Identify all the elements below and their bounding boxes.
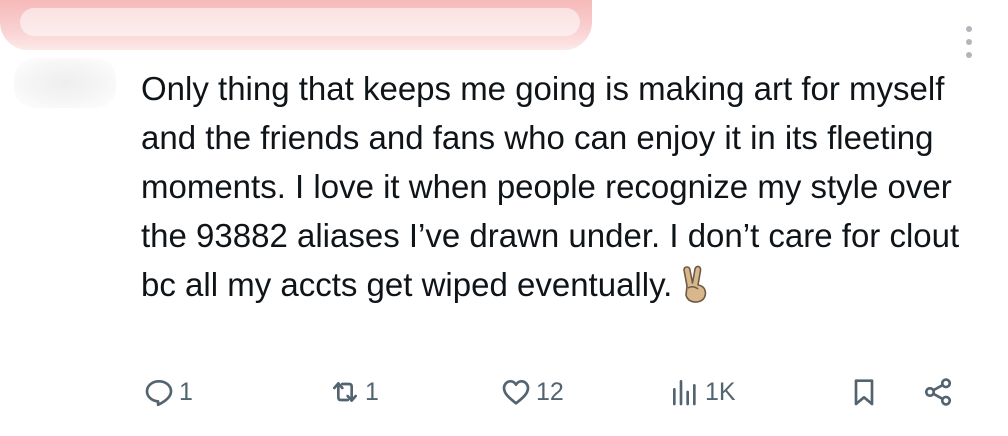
view-count: 1K — [705, 377, 736, 406]
views-button[interactable]: 1K — [669, 368, 736, 416]
victory-hand-emoji — [678, 264, 712, 304]
like-count: 12 — [536, 377, 564, 406]
repost-count: 1 — [365, 377, 379, 406]
bookmark-button[interactable] — [848, 368, 880, 416]
redacted-header — [0, 0, 592, 50]
tweet-body: Only thing that keeps me going is making… — [141, 70, 969, 303]
repost-icon — [333, 382, 357, 402]
like-button[interactable]: 12 — [500, 368, 564, 416]
redacted-avatar — [14, 58, 116, 108]
action-bar: 1 1 12 1K — [0, 368, 1008, 416]
share-button[interactable] — [922, 368, 954, 416]
bookmark-icon — [854, 379, 874, 406]
reply-button[interactable]: 1 — [143, 368, 193, 416]
analytics-icon — [673, 380, 696, 406]
reply-count: 1 — [179, 377, 193, 406]
repost-button[interactable]: 1 — [329, 368, 379, 416]
heart-icon — [502, 380, 530, 405]
more-options-icon[interactable] — [964, 26, 974, 58]
tweet-text: Only thing that keeps me going is making… — [141, 64, 991, 309]
share-icon — [924, 378, 952, 406]
reply-icon — [145, 380, 173, 407]
